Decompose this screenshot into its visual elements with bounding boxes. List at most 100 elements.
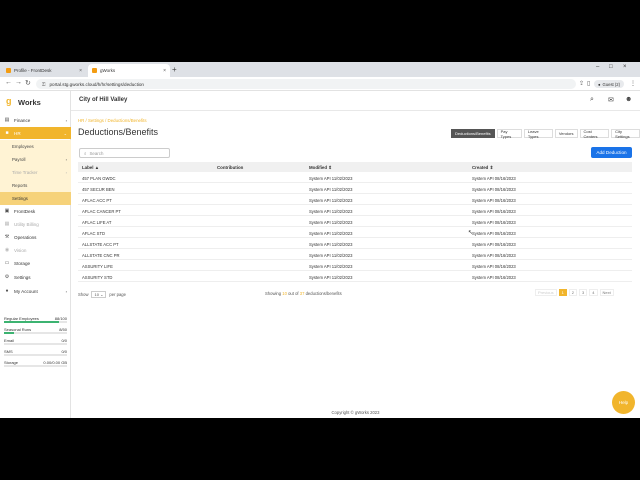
- help-button[interactable]: Help: [612, 391, 635, 414]
- showing-post: deductions/benefits: [305, 291, 342, 296]
- share-icon[interactable]: ⇪: [579, 80, 584, 87]
- table-row[interactable]: ALLSTATE ACC PT System API 11/02/2023 Syst…: [78, 238, 632, 249]
- table-cell: System API 08/16/2023: [472, 219, 516, 225]
- sidebar-sub-label: Settings: [12, 196, 28, 201]
- mouse-cursor-icon: ↖: [468, 230, 474, 236]
- sidebar-sub-label: Reports: [12, 183, 28, 188]
- mail-icon[interactable]: ✉: [608, 96, 614, 104]
- table-row[interactable]: ASSURITY LIFE System API 11/02/2023 System…: [78, 260, 632, 271]
- table-cell: System API 11/02/2023: [309, 186, 353, 192]
- sidebar-item-label: FrontDesk: [14, 208, 36, 214]
- url-text: portal.stg.gworks.cloud/h/hr/settings/de…: [49, 81, 144, 87]
- maximize-icon[interactable]: □: [609, 64, 613, 70]
- sidebar-sub-payroll[interactable]: Payroll ›: [0, 153, 71, 166]
- profile-button[interactable]: ● Guest (2): [594, 80, 624, 88]
- table-cell: System API 11/02/2023: [309, 274, 353, 280]
- sidebar-sub-settings[interactable]: Settings: [0, 192, 71, 205]
- close-window-icon[interactable]: ×: [623, 64, 627, 70]
- column-header-modified[interactable]: Modified ⇕: [309, 165, 332, 171]
- table-row[interactable]: 457 PLAN GWDC System API 11/02/2023 System…: [78, 172, 632, 183]
- screen: Profile - FrontDesk × gWorks × + – □ × ←…: [0, 0, 640, 480]
- chevron-right-icon: ›: [65, 117, 67, 123]
- sidebar-item-my-account[interactable]: ● My Account ›: [0, 285, 71, 297]
- table-cell: ASSURITY STD: [82, 274, 113, 280]
- sidebar-sub-employees[interactable]: Employees: [0, 140, 71, 153]
- close-tab-icon[interactable]: ×: [163, 68, 166, 74]
- page-button[interactable]: 4: [589, 289, 598, 296]
- quota-bar: [4, 332, 67, 334]
- table-row[interactable]: ASSURITY STD System API 11/02/2023 System …: [78, 271, 632, 282]
- minimize-icon[interactable]: –: [596, 64, 599, 70]
- table-row[interactable]: AFLAC STD System API 11/02/2023 System API…: [78, 227, 632, 238]
- table-cell: ALLSTATE CNC PR: [82, 252, 120, 258]
- back-icon[interactable]: ←: [5, 79, 12, 86]
- tab-pay-types[interactable]: Pay Types: [496, 129, 522, 139]
- browser-tab-profile[interactable]: Profile - FrontDesk ×: [2, 64, 86, 77]
- showing-total: 37: [299, 291, 305, 296]
- page-button[interactable]: 1: [558, 289, 567, 296]
- address-bar[interactable]: ⚿ portal.stg.gworks.cloud/h/hr/settings/…: [36, 79, 576, 89]
- account-icon: ●: [5, 288, 9, 294]
- reload-icon[interactable]: ↻: [25, 79, 31, 87]
- tab-vendors[interactable]: Vendors: [554, 129, 578, 138]
- table-row[interactable]: AFLAC CANCER PT System API 11/02/2023 Syst…: [78, 205, 632, 216]
- gworks-favicon-icon: [92, 68, 97, 73]
- deductions-table: Label ▲ Contribution Modified ⇕ Created …: [78, 162, 632, 282]
- tab-city-settings[interactable]: City Settings: [611, 129, 640, 139]
- quota-fill: [4, 321, 60, 323]
- table-cell: AFLAC CANCER PT: [82, 208, 121, 214]
- close-tab-icon[interactable]: ×: [79, 68, 82, 74]
- sidebar-item-label: Vision: [14, 247, 27, 253]
- sidebar-item-hr[interactable]: ■ HR ⌄: [0, 127, 71, 139]
- tab-cost-centers[interactable]: Cost Centers: [579, 129, 610, 139]
- table-row[interactable]: AFLAC ACC PT System API 11/02/2023 System …: [78, 194, 632, 205]
- page-button[interactable]: 2: [568, 289, 578, 296]
- footer-copyright: Copyright © gWorks 2023: [331, 410, 380, 415]
- sidebar-item-storage[interactable]: ▭ Storage: [0, 257, 71, 269]
- settings-icon: ⚙: [4, 274, 10, 280]
- previous-page-button[interactable]: Previous: [535, 289, 557, 296]
- user-icon[interactable]: ☻: [625, 96, 632, 103]
- menu-dots-icon[interactable]: ⋮: [630, 80, 636, 87]
- table-cell: AFLAC ACC PT: [82, 197, 112, 203]
- table-cell: System API 11/02/2023: [309, 175, 353, 181]
- new-tab-icon[interactable]: +: [172, 65, 177, 74]
- sidepanel-icon[interactable]: ▯: [587, 80, 590, 87]
- add-deduction-button[interactable]: Add Deduction: [591, 147, 632, 158]
- search-input[interactable]: ⌕ Search: [79, 148, 170, 158]
- column-header-created[interactable]: Created ⇕: [472, 165, 493, 171]
- sidebar-sub-reports[interactable]: Reports: [0, 179, 71, 192]
- page-button[interactable]: 3: [579, 289, 588, 296]
- column-header-label[interactable]: Label ▲: [82, 165, 99, 170]
- table-row[interactable]: ALLSTATE CNC PR System API 11/02/2023 Syst…: [78, 249, 632, 260]
- browser-toolbar: ← → ↻ ⚿ portal.stg.gworks.cloud/h/hr/set…: [0, 77, 640, 91]
- sidebar-item-frontdesk[interactable]: ▣ FrontDesk: [0, 205, 71, 217]
- page-size-select[interactable]: 10 ⌄: [91, 291, 107, 298]
- sidebar-item-utility-billing[interactable]: ▦ Utility Billing: [0, 218, 71, 230]
- storage-icon: ▭: [4, 260, 10, 266]
- showing-mid: out of: [288, 291, 299, 296]
- sidebar-item-vision[interactable]: ◉ Vision: [0, 244, 71, 256]
- table-row[interactable]: 457 SECUR BEN System API 11/02/2023 System…: [78, 183, 632, 194]
- breadcrumb[interactable]: HR / Settings / Deductions/Benefits: [78, 118, 147, 123]
- tab-leave-types[interactable]: Leave Types: [523, 129, 553, 139]
- forward-icon[interactable]: →: [15, 79, 22, 86]
- table-cell: System API 11/02/2023: [309, 263, 353, 269]
- gworks-logo[interactable]: g Works: [4, 94, 64, 114]
- sidebar-sub-time-tracker[interactable]: Time Tracker ›: [0, 166, 71, 179]
- settings-tabs: Deductions/Benefits Pay Types Leave Type…: [449, 129, 640, 139]
- city-name: City of Hill Valley: [79, 97, 128, 103]
- sidebar-item-operations[interactable]: ⚒ Operations: [0, 231, 71, 243]
- search-icon[interactable]: ⌕: [590, 96, 594, 104]
- utility-icon: ▦: [4, 221, 10, 227]
- sidebar-item-settings[interactable]: ⚙ Settings: [0, 271, 71, 283]
- table-cell: System API 11/02/2023: [309, 197, 353, 203]
- tab-deductions-benefits[interactable]: Deductions/Benefits: [451, 129, 495, 138]
- table-header: Label ▲ Contribution Modified ⇕ Created …: [78, 162, 632, 172]
- sidebar-item-finance[interactable]: ▤ Finance ›: [0, 114, 71, 126]
- browser-tab-gworks[interactable]: gWorks ×: [88, 64, 170, 77]
- sidebar: g Works ▤ Finance › ■ HR ⌄ Employees Pay…: [0, 91, 71, 418]
- table-row[interactable]: AFLAC LIFE AT System API 11/02/2023 System…: [78, 216, 632, 227]
- quota-bar: [4, 354, 67, 356]
- next-page-button[interactable]: Next: [599, 289, 614, 296]
